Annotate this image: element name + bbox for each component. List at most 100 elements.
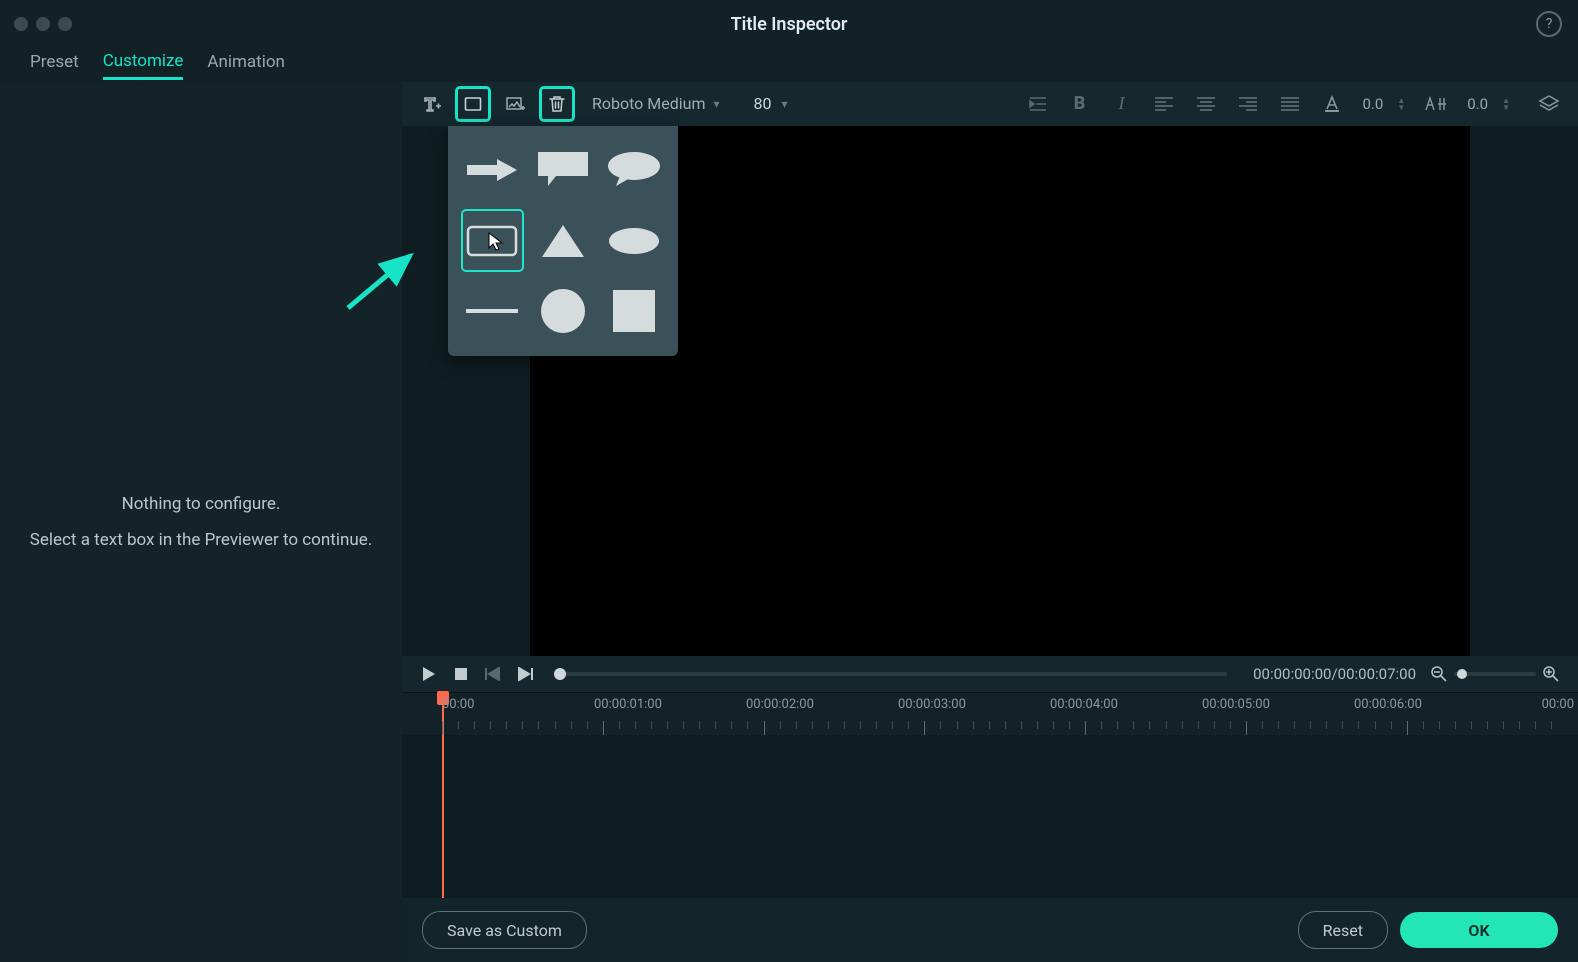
window-controls[interactable]: [14, 17, 72, 31]
arrow-right-icon: [465, 157, 519, 183]
zoom-out-button[interactable]: [1430, 665, 1448, 683]
circle-icon: [540, 288, 586, 334]
chevron-down-icon: ▾: [782, 97, 788, 111]
zoom-window[interactable]: [58, 17, 72, 31]
speech-oval-icon: [606, 150, 662, 190]
zoom-in-icon: [1542, 665, 1560, 683]
layers-icon: [1538, 94, 1560, 114]
font-name: Roboto Medium: [592, 94, 705, 113]
triangle-icon: [540, 221, 586, 261]
align-right-button[interactable]: [1233, 89, 1263, 119]
window-title: Title Inspector: [731, 14, 848, 35]
shape-arrow-right[interactable]: [462, 140, 523, 201]
ruler-label: 00:00:04:00: [1050, 697, 1118, 712]
timeline-tracks[interactable]: [402, 735, 1578, 899]
shape-circle[interactable]: [533, 281, 594, 342]
play-button[interactable]: [420, 665, 438, 683]
track-playhead[interactable]: [442, 735, 444, 899]
shape-speech-rect[interactable]: [533, 140, 594, 201]
align-left-icon: [1155, 97, 1173, 111]
shape-rounded-rectangle[interactable]: [462, 210, 523, 271]
add-text-icon: [421, 94, 441, 114]
reset-button[interactable]: Reset: [1298, 911, 1388, 949]
ok-button[interactable]: OK: [1400, 912, 1558, 948]
font-size-select[interactable]: 80 ▾: [744, 87, 798, 121]
tab-preset[interactable]: Preset: [30, 52, 79, 78]
align-right-icon: [1239, 97, 1257, 111]
stop-icon: [454, 667, 468, 681]
shape-ellipse[interactable]: [603, 210, 664, 271]
shape-square[interactable]: [603, 281, 664, 342]
delete-icon: [548, 94, 566, 114]
add-image-icon: [505, 94, 525, 114]
ruler-label: 00:00: [1542, 697, 1574, 712]
bold-icon: B: [1074, 93, 1086, 114]
line-spacing-value[interactable]: 0.0: [1467, 95, 1488, 113]
shape-line[interactable]: [462, 281, 523, 342]
zoom-slider[interactable]: [1454, 672, 1536, 676]
text-color-icon: [1323, 95, 1341, 113]
indent-icon: [1028, 95, 1048, 113]
sidebar-message-1: Nothing to configure.: [122, 494, 281, 514]
line-icon: [466, 307, 518, 315]
shape-triangle[interactable]: [533, 210, 594, 271]
tracking-button[interactable]: [1421, 89, 1451, 119]
chevron-down-icon: ▾: [713, 97, 719, 111]
shape-speech-oval[interactable]: [603, 140, 664, 201]
ruler-ticks: [442, 721, 1568, 735]
font-size-value: 80: [754, 94, 772, 113]
indent-button[interactable]: [1023, 89, 1053, 119]
zoom-out-icon: [1430, 665, 1448, 683]
tab-animation[interactable]: Animation: [207, 52, 285, 78]
line-spacing-stepper[interactable]: ▲▼: [1502, 97, 1510, 111]
progress-handle[interactable]: [554, 668, 566, 680]
toolbar: Roboto Medium ▾ 80 ▾ B I 0.0 ▲▼ 0.0 ▲▼: [402, 82, 1578, 126]
add-image-button[interactable]: [498, 87, 532, 121]
config-sidebar: Nothing to configure. Select a text box …: [0, 82, 402, 962]
ellipse-icon: [607, 225, 661, 257]
timecode-display: 00:00:00:00/00:00:07:00: [1253, 665, 1416, 683]
square-icon: [611, 288, 657, 334]
prev-frame-button[interactable]: [484, 665, 502, 683]
add-shape-icon: [463, 94, 483, 114]
spacing-stepper[interactable]: ▲▼: [1397, 97, 1405, 111]
char-spacing-value[interactable]: 0.0: [1363, 95, 1384, 113]
tracking-icon: [1425, 96, 1447, 112]
italic-icon: I: [1119, 93, 1125, 114]
ruler-label: 00:00:06:00: [1354, 697, 1422, 712]
layers-button[interactable]: [1534, 89, 1564, 119]
title-bar: Title Inspector ?: [0, 0, 1578, 48]
save-as-custom-button[interactable]: Save as Custom: [422, 911, 587, 949]
tab-customize[interactable]: Customize: [103, 51, 184, 80]
sidebar-message-2: Select a text box in the Previewer to co…: [30, 530, 372, 550]
text-color-button[interactable]: [1317, 89, 1347, 119]
close-window[interactable]: [14, 17, 28, 31]
italic-button[interactable]: I: [1107, 89, 1137, 119]
zoom-in-button[interactable]: [1542, 665, 1560, 683]
align-center-icon: [1197, 97, 1215, 111]
add-shape-button[interactable]: [456, 87, 490, 121]
speech-rect-icon: [536, 150, 590, 190]
align-justify-icon: [1281, 97, 1299, 111]
shape-picker-popup: [448, 126, 678, 356]
timeline-ruler[interactable]: 00:00 00:00:01:00 00:00:02:00 00:00:03:0…: [402, 692, 1578, 735]
stop-button[interactable]: [452, 665, 470, 683]
align-justify-button[interactable]: [1275, 89, 1305, 119]
add-text-button[interactable]: [414, 87, 448, 121]
ruler-label: 00:00:03:00: [898, 697, 966, 712]
help-icon[interactable]: ?: [1536, 11, 1562, 37]
editor-panel: Roboto Medium ▾ 80 ▾ B I 0.0 ▲▼ 0.0 ▲▼: [402, 82, 1578, 962]
minimize-window[interactable]: [36, 17, 50, 31]
next-frame-icon: [517, 667, 533, 681]
canvas-area: [402, 126, 1578, 656]
progress-track[interactable]: [560, 672, 1227, 676]
play-icon: [422, 666, 436, 682]
ruler-label: 00:00:02:00: [746, 697, 814, 712]
align-center-button[interactable]: [1191, 89, 1221, 119]
align-left-button[interactable]: [1149, 89, 1179, 119]
footer-bar: Save as Custom Reset OK: [402, 898, 1578, 962]
bold-button[interactable]: B: [1065, 89, 1095, 119]
delete-button[interactable]: [540, 87, 574, 121]
next-frame-button[interactable]: [516, 665, 534, 683]
font-select[interactable]: Roboto Medium ▾: [582, 87, 730, 121]
